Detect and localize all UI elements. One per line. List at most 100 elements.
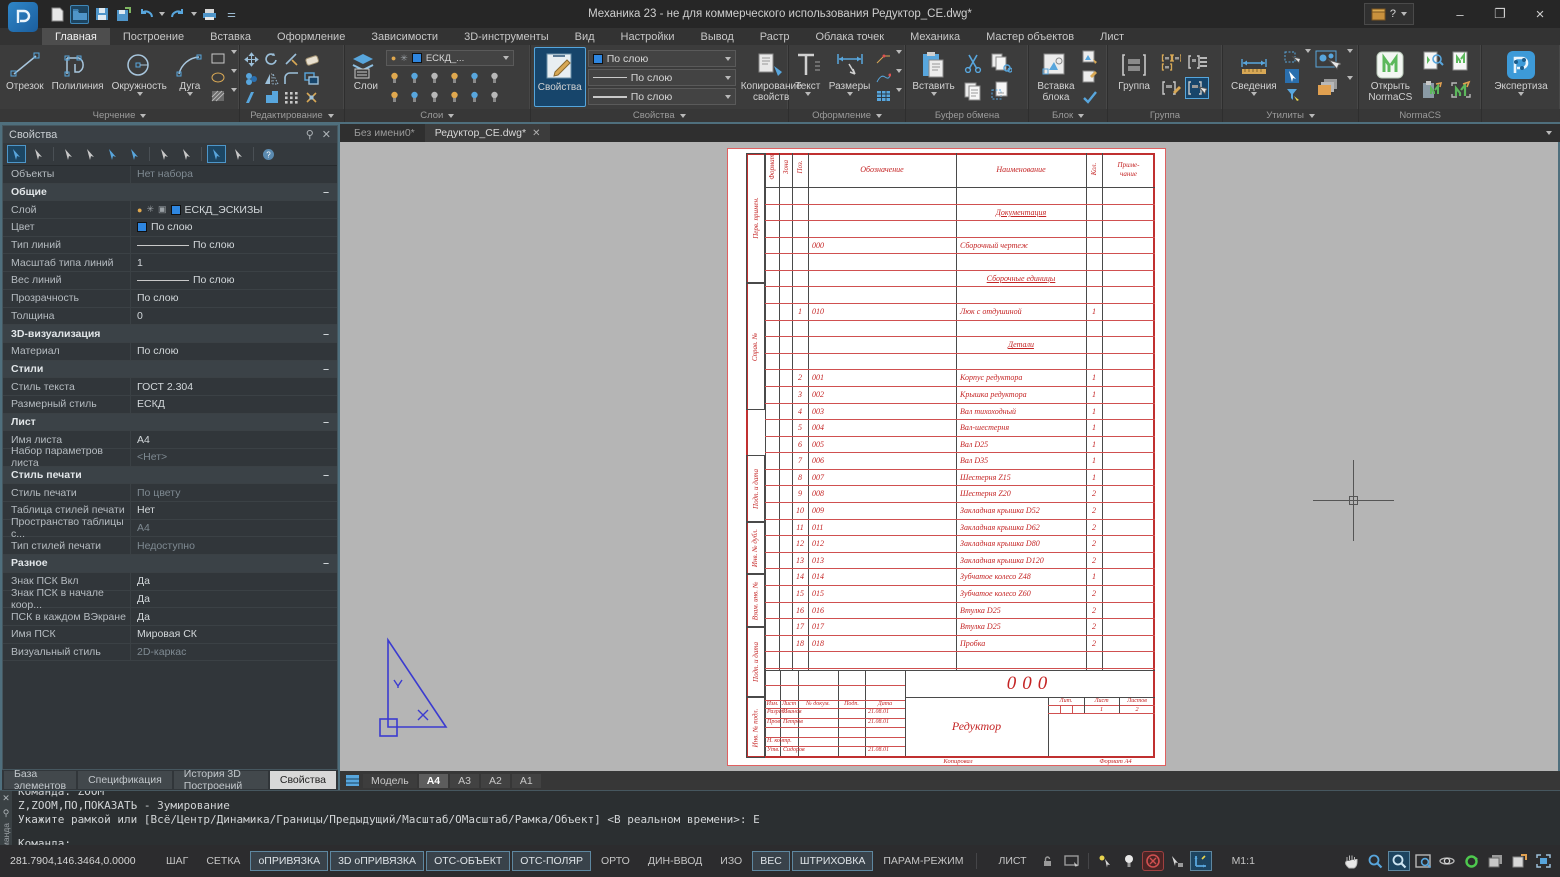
annot-off-icon[interactable] bbox=[1142, 851, 1164, 871]
drawing-viewport[interactable]: Перв. примен.Справ. №Подп. и датаИнв. № … bbox=[340, 142, 1558, 771]
line-button[interactable]: Отрезок bbox=[3, 47, 47, 107]
group-label-block[interactable]: Блок bbox=[1029, 109, 1107, 122]
tabs-overflow-icon[interactable] bbox=[1545, 124, 1560, 142]
stretch-icon[interactable] bbox=[263, 89, 280, 105]
property-group-3D-визуализация[interactable]: 3D-визуализация– bbox=[3, 325, 337, 343]
zoom-icon[interactable] bbox=[1364, 851, 1386, 871]
measure-dropdown-icon[interactable] bbox=[1305, 49, 1311, 53]
spline-leader-dropdown-icon[interactable] bbox=[896, 69, 902, 73]
group-label-drawing[interactable]: Черчение bbox=[0, 109, 239, 122]
table-icon[interactable] bbox=[875, 88, 892, 104]
layout-tab-Модель[interactable]: Модель bbox=[363, 774, 417, 788]
ribbon-tab-Облака точек[interactable]: Облака точек bbox=[803, 28, 898, 45]
group-button[interactable]: Группа bbox=[1111, 47, 1157, 107]
status-toggle-ВЕС[interactable]: ВЕС bbox=[752, 851, 790, 871]
rectangle-dropdown-icon[interactable] bbox=[231, 50, 237, 54]
help-icon[interactable]: ? bbox=[259, 145, 278, 163]
regen-icon[interactable] bbox=[1460, 851, 1482, 871]
property-value[interactable]: Нет bbox=[131, 504, 337, 516]
arc-dropdown-icon[interactable] bbox=[187, 92, 193, 96]
layers-button[interactable]: Слои bbox=[348, 47, 384, 107]
property-value[interactable]: A4 bbox=[131, 522, 337, 534]
qselect-icon[interactable] bbox=[1284, 87, 1301, 103]
layer-hide-icon[interactable] bbox=[486, 88, 503, 104]
new-file-icon[interactable] bbox=[48, 5, 67, 24]
status-toggle-СЕТКА[interactable]: СЕТКА bbox=[198, 851, 248, 871]
lasso-select-icon[interactable] bbox=[81, 145, 100, 163]
show-all-icon[interactable] bbox=[1412, 851, 1434, 871]
property-value[interactable]: По слою bbox=[131, 239, 337, 251]
group-label-props[interactable]: Свойства bbox=[531, 109, 788, 122]
space-toggle[interactable]: ЛИСТ bbox=[990, 851, 1034, 871]
create-block-icon[interactable] bbox=[1082, 49, 1099, 65]
ribbon-tab-Лист[interactable]: Лист bbox=[1087, 28, 1137, 45]
trim-icon[interactable] bbox=[283, 51, 300, 67]
status-toggle-ШАГ[interactable]: ШАГ bbox=[158, 851, 196, 871]
status-toggle-ШТРИХОВКА[interactable]: ШТРИХОВКА bbox=[792, 851, 874, 871]
table-dropdown-icon[interactable] bbox=[896, 88, 902, 92]
panel-splitter[interactable] bbox=[0, 122, 2, 790]
viewports-icon[interactable] bbox=[1484, 851, 1506, 871]
group-label-clipboard[interactable]: Буфер обмена bbox=[906, 109, 1028, 122]
leader-icon[interactable] bbox=[875, 50, 892, 66]
text-button[interactable]: Текст bbox=[792, 47, 824, 107]
polyline-button[interactable]: Полилиния bbox=[49, 47, 107, 107]
layer-lck-icon[interactable] bbox=[426, 69, 443, 85]
undo-icon[interactable] bbox=[136, 5, 155, 24]
filter-icon[interactable] bbox=[125, 145, 144, 163]
collapse-icon[interactable]: – bbox=[323, 186, 329, 198]
layer-frz-icon[interactable] bbox=[406, 69, 423, 85]
redo-icon[interactable] bbox=[168, 5, 187, 24]
pin-icon[interactable]: ⚲ bbox=[306, 128, 314, 141]
paste-special-icon[interactable] bbox=[988, 79, 1014, 103]
pan-icon[interactable] bbox=[1340, 851, 1362, 871]
property-value[interactable]: По слою bbox=[131, 274, 337, 286]
normacs-doc-icon[interactable] bbox=[1448, 49, 1474, 75]
layer-cur-icon[interactable] bbox=[466, 69, 483, 85]
status-toggle-ОРТО[interactable]: ОРТО bbox=[593, 851, 638, 871]
property-value[interactable]: ЕСКД bbox=[131, 398, 337, 410]
annot-visibility-icon[interactable] bbox=[1094, 851, 1116, 871]
explode-icon[interactable] bbox=[303, 89, 320, 105]
status-toggle-оПРИВЯЗКА[interactable]: оПРИВЯЗКА bbox=[250, 851, 328, 871]
select-similar-dropdown-icon[interactable] bbox=[1347, 49, 1353, 53]
property-group-Лист[interactable]: Лист– bbox=[3, 414, 337, 432]
clear-selection-icon[interactable] bbox=[229, 145, 248, 163]
scale-indicator[interactable]: М1:1 bbox=[1224, 851, 1263, 871]
panel-close-icon[interactable]: ✕ bbox=[322, 128, 331, 141]
layout-tab-A1[interactable]: A1 bbox=[512, 774, 541, 788]
layer-onoff-icon[interactable] bbox=[386, 69, 403, 85]
panel-tab-Свойства[interactable]: Свойства bbox=[270, 771, 336, 789]
status-toggle-ОТС-ОБЪЕКТ[interactable]: ОТС-ОБЪЕКТ bbox=[426, 851, 510, 871]
arc-button[interactable]: Дуга bbox=[172, 47, 208, 107]
group-label-edit[interactable]: Редактирование bbox=[240, 109, 344, 122]
status-toggle-ДИН-ВВОД[interactable]: ДИН-ВВОД bbox=[640, 851, 710, 871]
expertise-button[interactable]: Экспертиза bbox=[1485, 47, 1557, 107]
command-history[interactable]: Команда: ZOOMZ,ZOOM,ПО,ПОКАЗАТЬ - Зумиро… bbox=[12, 791, 1560, 845]
ribbon-tab-Настройки[interactable]: Настройки bbox=[608, 28, 688, 45]
group-list-icon[interactable] bbox=[1185, 51, 1209, 73]
property-group-Разное[interactable]: Разное– bbox=[3, 555, 337, 573]
property-value[interactable]: По слою bbox=[131, 292, 337, 304]
undo-dropdown-icon[interactable] bbox=[159, 12, 165, 16]
array-icon[interactable] bbox=[283, 89, 300, 105]
draworder-icon[interactable] bbox=[1313, 76, 1343, 100]
paste-dropdown-icon[interactable] bbox=[931, 92, 937, 96]
normacs-import-icon[interactable] bbox=[1448, 78, 1474, 104]
property-value[interactable]: 2D-каркас bbox=[131, 646, 337, 658]
print-icon[interactable] bbox=[200, 5, 219, 24]
property-value[interactable]: Мировая СК bbox=[131, 628, 337, 640]
collapse-icon[interactable]: – bbox=[323, 363, 329, 375]
property-group-Стили[interactable]: Стили– bbox=[3, 361, 337, 379]
fillet-icon[interactable] bbox=[283, 70, 300, 86]
rect-select-icon[interactable] bbox=[59, 145, 78, 163]
normacs-search-icon[interactable] bbox=[1420, 49, 1446, 75]
help-menu[interactable]: ? bbox=[1364, 3, 1414, 25]
command-close-icon[interactable]: ✕ bbox=[2, 793, 10, 804]
layer-walk-icon[interactable] bbox=[386, 88, 403, 104]
ribbon-tab-Вставка[interactable]: Вставка bbox=[197, 28, 264, 45]
ribbon-tab-3D-инструменты[interactable]: 3D-инструменты bbox=[451, 28, 562, 45]
leader-dropdown-icon[interactable] bbox=[896, 50, 902, 54]
property-value[interactable]: Недоступно bbox=[131, 540, 337, 552]
save-icon[interactable] bbox=[92, 5, 111, 24]
